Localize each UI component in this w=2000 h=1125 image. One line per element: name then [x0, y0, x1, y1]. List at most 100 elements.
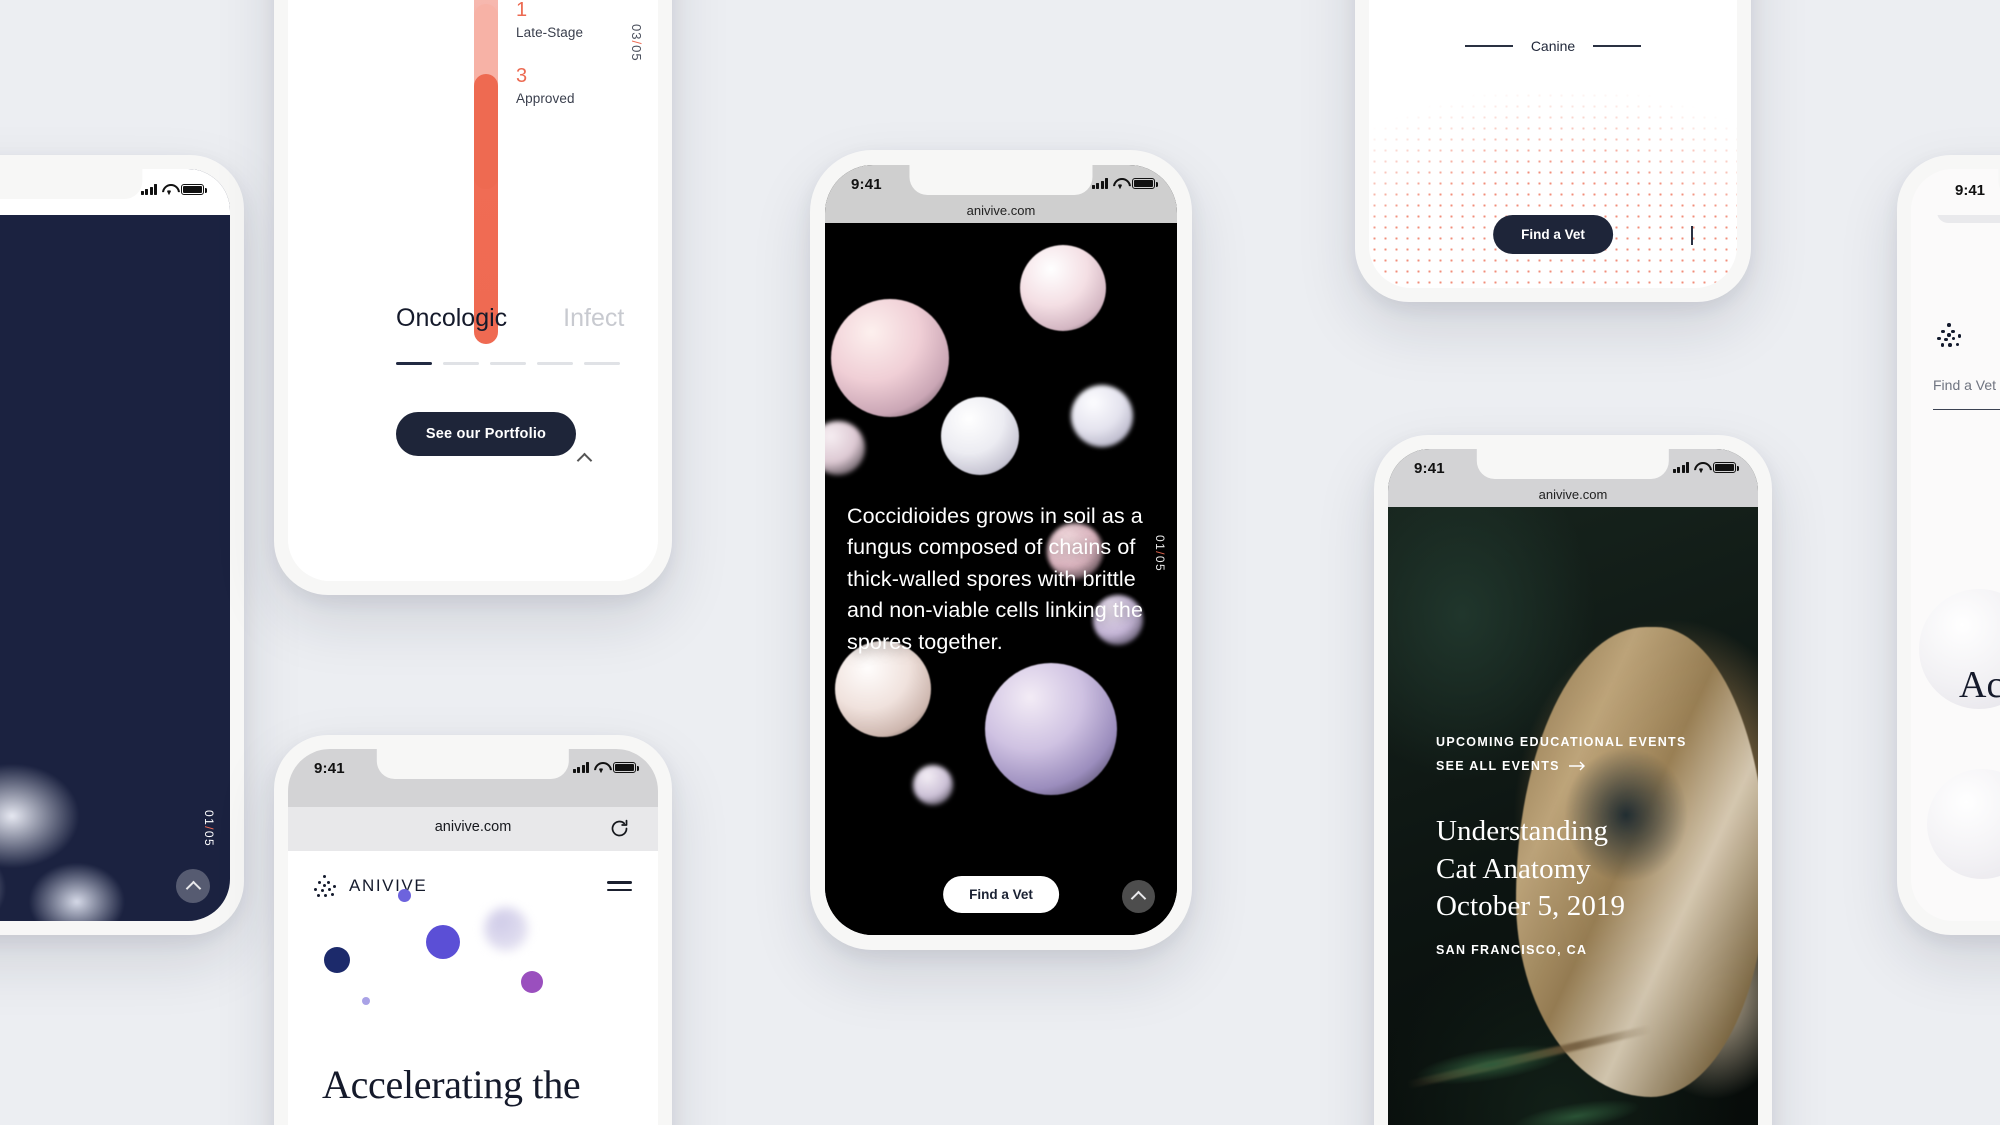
status-time: 9:41 [851, 176, 882, 193]
page-indicator: 01/05 [1153, 535, 1167, 572]
progress-dash[interactable] [396, 362, 432, 365]
progress-dash[interactable] [584, 362, 620, 365]
status-time: 9:41 [314, 760, 345, 777]
address-bar[interactable]: anivive.com [288, 807, 658, 851]
sphere [1020, 245, 1106, 331]
home-content: ANIVIVE Accelerating the [288, 851, 658, 1125]
progress-dash[interactable] [537, 362, 573, 365]
decor-bubble [1927, 769, 2000, 879]
battery-icon [1132, 178, 1158, 189]
page-total: 05 [1153, 555, 1167, 573]
stage-label: Approved [516, 91, 575, 106]
status-icons [572, 762, 639, 773]
stage-count: 1 [516, 0, 528, 21]
sphere [985, 663, 1117, 795]
chevron-up-icon [1691, 226, 1693, 245]
pipeline-body: 2 Middle-Stage 1 Late-Stage 3 Approved 0… [288, 0, 658, 581]
notch [0, 169, 143, 199]
event-title-line-2: Cat Anatomy [1436, 852, 1591, 885]
scroll-up-button[interactable] [568, 442, 600, 474]
tab-oncologic[interactable]: Oncologic [396, 304, 507, 333]
progress-dash[interactable] [490, 362, 526, 365]
find-a-vet-link[interactable]: Find a Vet [1933, 377, 1996, 393]
event-city: SAN FRANCISCO, CA [1436, 943, 1588, 957]
pipeline-screen: 2 Middle-Stage 1 Late-Stage 3 Approved 0… [288, 0, 658, 581]
canine-screen: Canine Find a Vet [1369, 0, 1737, 288]
page-indicator: 01/05 [202, 810, 216, 847]
battery-icon [613, 762, 639, 773]
battery-icon [1713, 462, 1739, 473]
right-partial-phone: 9:41 Find a Vet Ac [1897, 155, 2000, 935]
copy-line-3: and is [0, 371, 208, 412]
sphere [913, 765, 953, 805]
home-phone: 9:41 anivive.com ANIVIVE Accelerating th… [274, 735, 672, 1125]
hamburger-menu-icon[interactable] [607, 881, 632, 891]
decor-dot [484, 907, 528, 951]
status-time: 9:41 [1955, 182, 1986, 199]
stage-label: Late-Stage [516, 25, 584, 40]
left-partial-screen: to d the and is e ed. 01/05 [0, 169, 230, 921]
progress-dashes [396, 362, 620, 365]
category-tabs: Oncologic Infect [288, 304, 658, 333]
page-current: 03 [629, 24, 644, 41]
chevron-up-icon [185, 880, 201, 896]
cat-event-content: UPCOMING EDUCATIONAL EVENTS SEE ALL EVEN… [1388, 507, 1758, 1125]
right-partial-screen: 9:41 Find a Vet Ac [1911, 169, 2000, 921]
stage-count: 3 [516, 65, 528, 87]
copy-line-2: d the [0, 330, 208, 371]
notch [376, 749, 570, 779]
divider-rule [1933, 409, 2000, 411]
find-a-vet-button[interactable]: Find a Vet [1493, 215, 1613, 254]
url-text: anivive.com [966, 203, 1036, 218]
tab-infectious[interactable]: Infect [563, 304, 624, 333]
divider-rule-left [1464, 45, 1513, 47]
signal-bars-icon [140, 184, 157, 195]
wifi-icon [1113, 178, 1127, 189]
copy-line-1: to [0, 289, 208, 330]
crystal-illustration [0, 651, 156, 921]
cat-event-phone: 9:41 anivive.com UPCOMING EDUCATIONAL EV… [1374, 435, 1772, 1125]
page-total: 05 [629, 45, 644, 62]
decor-dot [324, 947, 350, 973]
signal-bars-icon [1672, 462, 1689, 473]
pipeline-segment-approved [474, 74, 498, 189]
decor-dot [398, 889, 411, 902]
page-indicator: 03/05 [629, 24, 644, 62]
right-partial-headline: Ac [1959, 664, 2000, 706]
signal-bars-icon [572, 762, 589, 773]
status-icons [140, 184, 207, 195]
left-partial-copy: to d the and is e ed. [0, 289, 208, 494]
see-our-portfolio-button[interactable]: See our Portfolio [396, 412, 576, 456]
sphere [941, 397, 1019, 475]
scroll-up-button[interactable] [1122, 880, 1155, 913]
status-icons [1672, 462, 1739, 473]
page-current: 01 [1153, 535, 1167, 552]
decor-dot [426, 925, 460, 959]
wifi-icon [594, 762, 608, 773]
pipeline-stage-late: 1 Late-Stage [516, 0, 583, 40]
scroll-up-button[interactable] [176, 869, 210, 903]
wifi-icon [162, 184, 176, 195]
wifi-icon [1694, 462, 1708, 473]
progress-dash[interactable] [443, 362, 479, 365]
canine-divider: Canine [1369, 38, 1737, 54]
reload-icon[interactable] [609, 818, 630, 839]
canine-phone: Canine Find a Vet [1355, 0, 1751, 302]
site-nav: ANIVIVE [288, 851, 658, 921]
sphere [1071, 385, 1133, 447]
status-icons [1091, 178, 1158, 189]
sphere [831, 299, 949, 417]
cat-event-screen: 9:41 anivive.com UPCOMING EDUCATIONAL EV… [1388, 449, 1758, 1125]
find-a-vet-button[interactable]: Find a Vet [943, 876, 1059, 913]
status-bar: 9:41 [1911, 169, 2000, 215]
home-screen: 9:41 anivive.com ANIVIVE Accelerating th… [288, 749, 658, 1125]
page-current: 01 [202, 809, 216, 827]
scroll-up-button[interactable] [1691, 226, 1693, 246]
copy-line-4: e [0, 412, 208, 453]
see-all-events-link[interactable]: SEE ALL EVENTS [1436, 759, 1586, 773]
notch [909, 165, 1093, 195]
event-title-line-1: Understanding [1436, 815, 1609, 847]
page-total: 05 [202, 830, 216, 847]
spores-body-text: Coccidioides grows in soil as a fungus c… [847, 504, 1144, 654]
sphere [825, 421, 865, 475]
